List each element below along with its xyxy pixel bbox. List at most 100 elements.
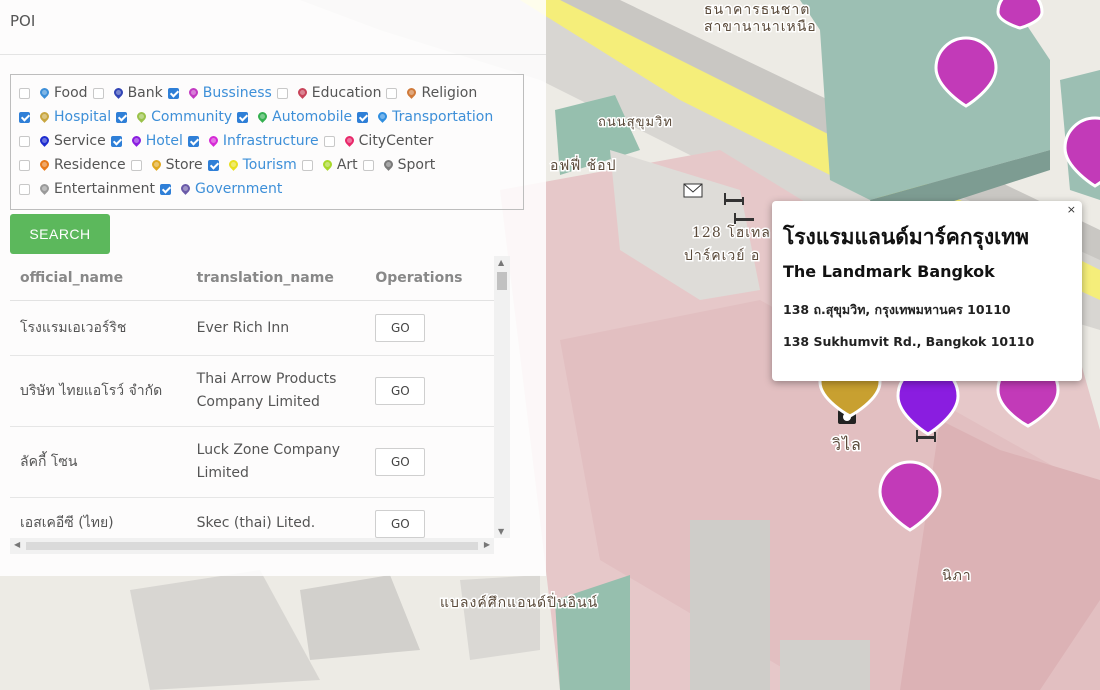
category-checkbox[interactable] (357, 111, 369, 123)
column-header-operations: Operations (365, 256, 494, 301)
category-checkbox[interactable] (116, 111, 128, 123)
category-government[interactable]: Government (160, 177, 282, 201)
category-checkbox[interactable] (386, 87, 398, 99)
poi-panel: POI Food Bank Bussiness Education Religion Ho… (0, 0, 546, 576)
map-label-road: ถนนสุขุมวิท (598, 115, 673, 130)
category-religion[interactable]: Religion (386, 81, 477, 105)
category-checkbox[interactable] (301, 159, 313, 171)
category-checkbox[interactable] (167, 87, 179, 99)
search-button[interactable]: SEARCH (10, 214, 110, 254)
popup-title-thai: โรงแรมแลนด์มาร์คกรุงเทพ (783, 225, 1029, 249)
category-checkbox[interactable] (323, 135, 335, 147)
category-citycenter[interactable]: CityCenter (323, 129, 433, 153)
category-checkbox[interactable] (19, 87, 30, 99)
category-art[interactable]: Art (301, 153, 358, 177)
category-store[interactable]: Store (130, 153, 203, 177)
map-label-parkway: ปาร์คเวย์ อ (684, 247, 760, 264)
panel-title: POI (10, 12, 36, 30)
category-checkbox[interactable] (19, 159, 30, 171)
poi-info-popup: × โรงแรมแลนด์มาร์คกรุงเทพ The Landmark B… (772, 201, 1082, 381)
category-label: Store (165, 157, 203, 173)
go-button[interactable]: GO (375, 377, 426, 405)
category-entertainment[interactable]: Entertainment (19, 177, 155, 201)
table-row: ลัคกี้ โซน Luck Zone Company Limited GO (10, 426, 494, 498)
popup-address-english: 138 Sukhumvit Rd., Bangkok 10110 (783, 334, 1035, 349)
scrollbar-thumb[interactable] (497, 272, 507, 290)
category-residence[interactable]: Residence (19, 153, 126, 177)
close-icon[interactable]: × (1067, 203, 1076, 216)
table-row: โรงแรมเอเวอร์ริช Ever Rich Inn GO (10, 300, 494, 356)
map-pin-icon (179, 181, 192, 195)
map-pin-icon (206, 133, 220, 147)
category-sport[interactable]: Sport (362, 153, 435, 177)
category-checkbox[interactable] (19, 111, 30, 123)
map-label-bank-branch: สาขานานาเหนือ (704, 19, 817, 35)
category-label: Hotel (145, 133, 183, 149)
category-community[interactable]: Community (116, 105, 232, 129)
category-transportation[interactable]: Transportation (357, 105, 493, 129)
table-vertical-scrollbar[interactable]: ▲ ▼ (494, 256, 510, 538)
category-service[interactable]: Service (19, 129, 106, 153)
category-label: Transportation (392, 109, 494, 125)
category-checkbox[interactable] (237, 111, 249, 123)
map-pin-icon (135, 109, 148, 123)
map-pin-icon (295, 85, 309, 99)
scroll-up-arrow-icon[interactable]: ▲ (498, 258, 504, 267)
scrollbar-thumb[interactable] (26, 542, 478, 550)
table-horizontal-scrollbar[interactable]: ◀ ▶ (10, 538, 494, 554)
map-pin-icon (38, 181, 51, 195)
go-button[interactable]: GO (375, 314, 426, 342)
poi-results-table: official_name translation_name Operation… (10, 256, 510, 554)
map-pin-icon (38, 85, 51, 99)
panel-divider (0, 54, 546, 55)
map-pin-icon (186, 85, 200, 99)
category-checkbox[interactable] (130, 159, 142, 171)
map-pin-icon (226, 157, 240, 171)
map-pin-icon (376, 109, 390, 123)
map-label-bank: ธนาคารธนชาต (704, 2, 810, 18)
category-label: Bank (127, 85, 163, 101)
scroll-right-arrow-icon[interactable]: ▶ (484, 540, 490, 549)
category-checkbox[interactable] (276, 87, 288, 99)
category-bussiness[interactable]: Bussiness (167, 81, 272, 105)
go-button[interactable]: GO (375, 509, 426, 538)
category-checkbox[interactable] (187, 135, 199, 147)
category-checkbox[interactable] (160, 183, 172, 195)
category-checkbox[interactable] (19, 183, 30, 195)
column-header-official-name: official_name (10, 256, 187, 301)
category-label: Hospital (54, 109, 112, 125)
category-hospital[interactable]: Hospital (19, 105, 111, 129)
category-checkbox[interactable] (92, 87, 104, 99)
category-label: Bussiness (202, 85, 272, 101)
category-tourism[interactable]: Tourism (207, 153, 297, 177)
go-button[interactable]: GO (375, 448, 426, 476)
map-pin-icon (38, 157, 51, 171)
category-filter-list: Food Bank Bussiness Education Religion Hospit… (10, 74, 524, 210)
category-checkbox[interactable] (362, 159, 374, 171)
category-checkbox[interactable] (110, 135, 122, 147)
map-pin-icon (111, 85, 125, 99)
category-label: Entertainment (54, 181, 156, 197)
category-hotel[interactable]: Hotel (110, 129, 183, 153)
map-label-vila: วิไล (832, 435, 862, 454)
category-food[interactable]: Food (19, 81, 88, 105)
category-infrastructure[interactable]: Infrastructure (187, 129, 319, 153)
table-header-row: official_name translation_name Operation… (10, 256, 494, 301)
category-label: Tourism (242, 157, 297, 173)
map-label-hotel: 128 โฮเทล (692, 224, 771, 241)
category-education[interactable]: Education (276, 81, 381, 105)
category-label: Art (336, 157, 358, 173)
popup-title-english: The Landmark Bangkok (783, 262, 995, 281)
column-header-translation-name: translation_name (186, 256, 366, 301)
map-pin-icon (342, 133, 356, 147)
category-checkbox[interactable] (19, 135, 30, 147)
category-bank[interactable]: Bank (92, 81, 163, 105)
scroll-left-arrow-icon[interactable]: ◀ (14, 540, 20, 549)
category-checkbox[interactable] (207, 159, 219, 171)
scroll-down-arrow-icon[interactable]: ▼ (498, 527, 504, 536)
map-pin-icon (256, 109, 270, 123)
official-name-cell: ลัคกี้ โซน (10, 426, 187, 498)
map-pin-icon (405, 85, 419, 99)
envelope-icon (683, 183, 703, 198)
category-automobile[interactable]: Automobile (237, 105, 352, 129)
